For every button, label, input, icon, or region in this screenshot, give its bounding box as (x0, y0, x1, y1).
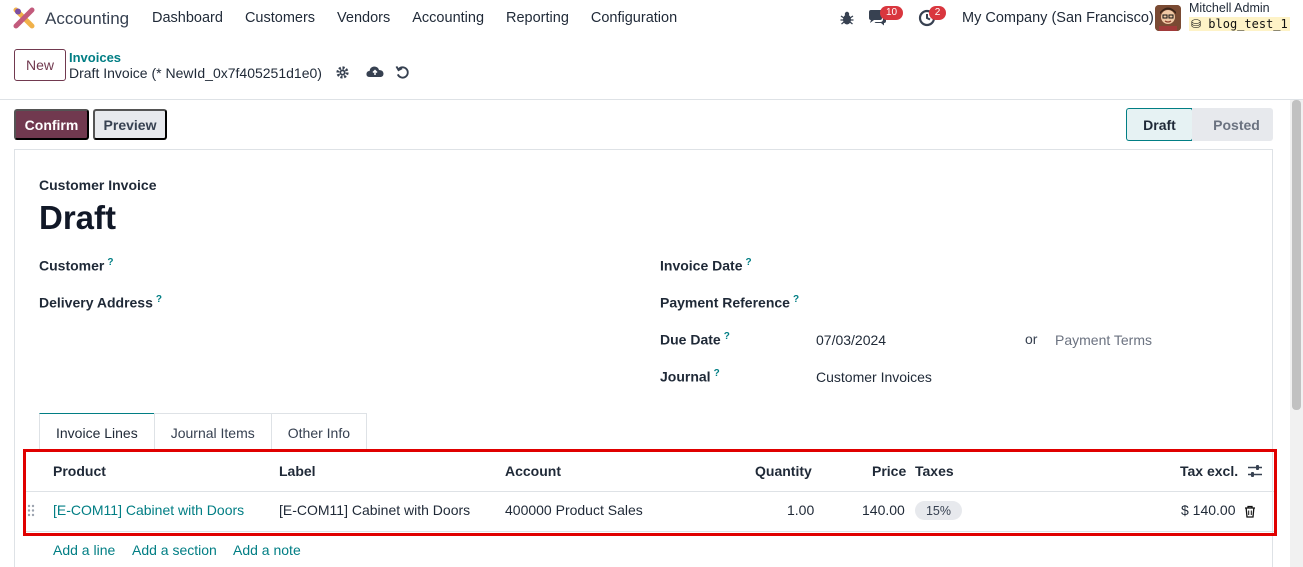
status-posted[interactable]: Posted (1192, 108, 1273, 141)
new-button[interactable]: New (14, 49, 66, 81)
line-subtotal: $ 140.00 (1181, 502, 1236, 518)
optional-columns-icon[interactable] (1247, 464, 1263, 478)
help-mark[interactable]: ? (745, 257, 751, 268)
due-date-input[interactable]: 07/03/2024 (816, 332, 886, 348)
help-mark[interactable]: ? (107, 257, 113, 268)
trash-icon[interactable] (1244, 505, 1256, 518)
or-label: or (1025, 331, 1038, 347)
activities-badge: 2 (929, 6, 946, 20)
database-name-text: blog_test_1 (1208, 17, 1288, 31)
confirm-button[interactable]: Confirm (14, 109, 89, 140)
status-bar: Draft Posted (1126, 108, 1273, 141)
payment-reference-label: Payment Reference? (660, 294, 799, 311)
menu-dashboard[interactable]: Dashboard (152, 10, 223, 26)
gear-icon[interactable] (335, 65, 350, 80)
user-avatar[interactable] (1155, 5, 1181, 31)
customer-label-text: Customer (39, 257, 105, 274)
payment-ref-label-text: Payment Reference (660, 294, 790, 311)
payment-terms-input[interactable]: Payment Terms (1055, 332, 1152, 348)
line-price[interactable]: 140.00 (862, 502, 905, 518)
messages-badge: 10 (880, 6, 903, 20)
journal-label-text: Journal (660, 368, 711, 385)
line-label[interactable]: [E-COM11] Cabinet with Doors (279, 502, 470, 518)
customer-label: Customer? (39, 257, 113, 274)
column-price[interactable]: Price (872, 463, 906, 479)
top-navbar: Accounting Dashboard Customers Vendors A… (0, 0, 1303, 36)
cloud-upload-icon[interactable] (366, 65, 384, 79)
database-name: ⛁ blog_test_1 (1189, 17, 1290, 31)
help-mark[interactable]: ? (714, 368, 720, 379)
line-account[interactable]: 400000 Product Sales (505, 502, 643, 518)
line-quantity[interactable]: 1.00 (787, 502, 814, 518)
invoice-lines-highlight (23, 449, 1277, 536)
main-menu: Dashboard Customers Vendors Accounting R… (152, 10, 699, 26)
page-scrollbar[interactable] (1290, 100, 1303, 567)
scrollbar-thumb[interactable] (1292, 100, 1301, 410)
add-section-link[interactable]: Add a section (132, 542, 217, 558)
column-product[interactable]: Product (53, 463, 106, 479)
record-name: Draft Invoice (* NewId_0x7f405251d1e0) (69, 65, 322, 81)
column-label[interactable]: Label (279, 463, 316, 479)
add-line-link[interactable]: Add a line (53, 542, 115, 558)
menu-accounting[interactable]: Accounting (412, 10, 484, 26)
tab-other-info[interactable]: Other Info (270, 413, 368, 451)
app-name[interactable]: Accounting (45, 9, 129, 29)
column-tax-excl[interactable]: Tax excl. (1180, 463, 1238, 479)
table-header-divider (26, 491, 1274, 492)
page-title: Draft (39, 199, 117, 236)
document-type: Customer Invoice (39, 177, 157, 193)
column-account[interactable]: Account (505, 463, 561, 479)
menu-customers[interactable]: Customers (245, 10, 315, 26)
bug-icon[interactable] (839, 10, 855, 26)
delivery-label-text: Delivery Address (39, 294, 153, 311)
status-draft[interactable]: Draft (1126, 108, 1192, 141)
menu-configuration[interactable]: Configuration (591, 10, 677, 26)
line-tax-badge[interactable]: 15% (915, 501, 962, 520)
table-row-divider (26, 531, 1274, 532)
invoice-date-label: Invoice Date? (660, 257, 752, 274)
column-quantity[interactable]: Quantity (755, 463, 812, 479)
line-product[interactable]: [E-COM11] Cabinet with Doors (53, 502, 244, 518)
control-panel-divider (0, 99, 1303, 100)
tab-invoice-lines[interactable]: Invoice Lines (39, 413, 155, 451)
help-mark[interactable]: ? (724, 331, 730, 342)
invoice-date-label-text: Invoice Date (660, 257, 743, 274)
column-taxes[interactable]: Taxes (915, 463, 954, 479)
journal-label: Journal? (660, 368, 720, 385)
accounting-app-icon[interactable] (13, 7, 35, 29)
drag-handle-icon[interactable] (27, 504, 35, 517)
menu-reporting[interactable]: Reporting (506, 10, 569, 26)
delivery-address-label: Delivery Address? (39, 294, 162, 311)
tab-journal-items[interactable]: Journal Items (153, 413, 272, 451)
company-switcher[interactable]: My Company (San Francisco) (962, 10, 1154, 26)
notebook-tabs: Invoice Lines Journal Items Other Info (39, 413, 368, 451)
user-name[interactable]: Mitchell Admin (1189, 1, 1270, 15)
help-mark[interactable]: ? (793, 294, 799, 305)
due-date-label: Due Date? (660, 331, 730, 348)
preview-button[interactable]: Preview (93, 109, 167, 140)
due-date-label-text: Due Date (660, 331, 721, 348)
add-note-link[interactable]: Add a note (233, 542, 301, 558)
menu-vendors[interactable]: Vendors (337, 10, 390, 26)
breadcrumb-invoices[interactable]: Invoices (69, 50, 121, 65)
journal-input[interactable]: Customer Invoices (816, 369, 932, 385)
discard-undo-icon[interactable] (395, 65, 410, 80)
help-mark[interactable]: ? (156, 294, 162, 305)
